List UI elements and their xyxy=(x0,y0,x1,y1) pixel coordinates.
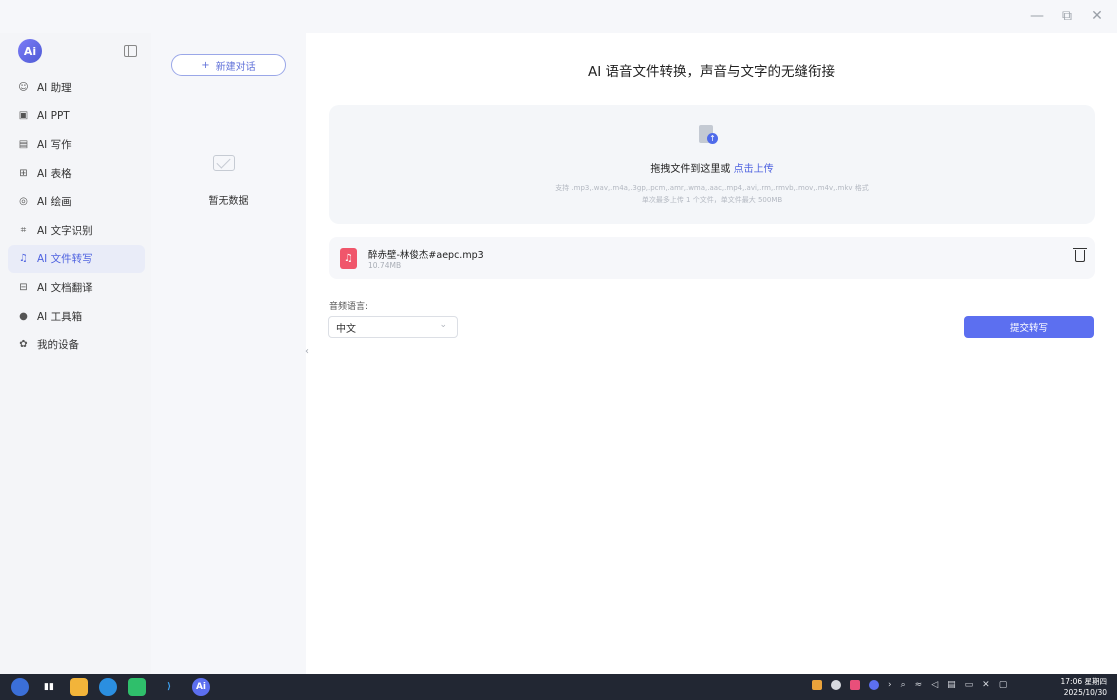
app-logo[interactable]: Ai xyxy=(18,39,42,63)
vscode-icon[interactable]: ⟩ xyxy=(160,678,178,696)
tray-app2-icon[interactable] xyxy=(850,680,860,690)
sidebar-item-label: AI 绘画 xyxy=(37,196,72,209)
upload-link[interactable]: 点击上传 xyxy=(734,164,774,175)
sidebar-item-ai-translate[interactable]: ⊟ AI 文档翻译 xyxy=(8,273,145,302)
network-icon[interactable]: ✕ xyxy=(982,680,990,690)
ocr-icon: ⌗ xyxy=(20,224,27,236)
new-chat-button[interactable]: + 新建对话 xyxy=(171,54,286,76)
clock-time: 17:06 星期四 xyxy=(1060,677,1108,686)
sidebar-item-ai-ppt[interactable]: ▣ AI PPT xyxy=(8,102,145,131)
submit-transcribe-button[interactable]: 提交转写 xyxy=(964,316,1094,338)
sidebar-item-label: 我的设备 xyxy=(37,339,79,352)
paint-icon: ◎ xyxy=(19,196,28,208)
plus-icon: + xyxy=(201,59,210,71)
sidebar-nav: ☺ AI 助理 ▣ AI PPT ▤ AI 写作 ⊞ AI 表格 ◎ AI 绘画… xyxy=(8,73,145,359)
taskview-icon[interactable]: ▮▮ xyxy=(40,678,58,696)
taskbar-clock[interactable]: 17:06 星期四 2025/10/30 xyxy=(1061,676,1108,698)
robot-icon: ☺ xyxy=(18,81,29,93)
new-chat-label: 新建对话 xyxy=(215,61,256,73)
file-size: 10.74MB xyxy=(368,261,402,270)
device-icon: ✿ xyxy=(19,339,28,351)
uploaded-file-card: ♫ 醉赤壁-林俊杰#aepc.mp3 10.74MB xyxy=(329,237,1095,279)
sidebar-item-ai-paint[interactable]: ◎ AI 绘画 xyxy=(8,187,145,216)
upload-limits: 单次最多上传 1 个文件，单文件最大 500MB xyxy=(641,196,783,204)
sidebar-item-label: AI 文件转写 xyxy=(37,253,93,266)
sidebar-item-label: AI 工具箱 xyxy=(37,310,83,323)
history-panel: + 新建对话 暂无数据 xyxy=(151,33,306,674)
file-name: 醉赤壁-林俊杰#aepc.mp3 xyxy=(368,250,484,261)
restore-icon[interactable]: ⧉ xyxy=(1059,8,1075,24)
sidebar-item-label: AI 表格 xyxy=(37,167,72,180)
language-selected: 中文 xyxy=(336,323,356,335)
sidebar-item-my-devices[interactable]: ✿ 我的设备 xyxy=(8,330,145,359)
minimize-icon[interactable]: — xyxy=(1029,8,1045,24)
table-icon: ⊞ xyxy=(19,167,28,179)
sidebar: Ai ☺ AI 助理 ▣ AI PPT ▤ AI 写作 ⊞ AI 表格 ◎ AI… xyxy=(0,33,151,674)
collapse-history-icon[interactable]: ‹ xyxy=(305,346,309,357)
battery-icon[interactable]: ▭ xyxy=(965,680,974,690)
start-icon[interactable] xyxy=(11,678,29,696)
ppt-icon: ▣ xyxy=(18,110,29,122)
sidebar-item-label: AI 写作 xyxy=(37,138,72,151)
sidebar-item-ai-toolbox[interactable]: ● AI 工具箱 xyxy=(8,302,145,331)
empty-inbox-icon xyxy=(213,155,235,171)
language-select[interactable]: 中文 ⌄ xyxy=(328,316,458,338)
tray-search-icon[interactable]: ⌕ xyxy=(901,680,906,690)
sidebar-item-ai-transcribe[interactable]: ♫ AI 文件转写 xyxy=(8,244,145,274)
translate-icon: ⊟ xyxy=(19,281,28,293)
tray-expand-icon[interactable]: › xyxy=(888,680,892,690)
toolbox-icon: ● xyxy=(19,310,28,322)
tray-cloud-icon[interactable] xyxy=(831,680,841,690)
chat-app-icon[interactable] xyxy=(128,678,146,696)
system-tray: › ⌕ ≈ ◁ ▤ ▭ ✕ ▢ xyxy=(812,680,1007,690)
upload-dropzone[interactable]: 拖拽文件到这里或 点击上传 支持 .mp3,.wav,.m4a,.3gp,.pc… xyxy=(329,105,1095,224)
upload-hint: 拖拽文件到这里或 点击上传 xyxy=(329,160,1095,175)
sidebar-item-ai-writing[interactable]: ▤ AI 写作 xyxy=(8,130,145,159)
sidebar-item-ai-table[interactable]: ⊞ AI 表格 xyxy=(8,159,145,188)
upload-hint-text: 拖拽文件到这里或 xyxy=(650,164,731,175)
taskbar: ▮▮ ⟩ Ai › ⌕ ≈ ◁ ▤ ▭ ✕ ▢ 17:06 星期四 2025/1… xyxy=(0,674,1117,700)
close-icon[interactable]: ✕ xyxy=(1089,8,1105,24)
window-controls: — ⧉ ✕ xyxy=(1029,8,1105,24)
empty-state-text: 暂无数据 xyxy=(208,196,249,207)
transcribe-icon: ♫ xyxy=(19,253,28,265)
music-file-icon: ♫ xyxy=(340,248,357,269)
sidebar-item-label: AI 文档翻译 xyxy=(37,281,93,294)
app-yellow-icon[interactable] xyxy=(70,678,88,696)
writing-icon: ▤ xyxy=(18,138,29,150)
tray-ai-icon[interactable] xyxy=(869,680,879,690)
language-label: 音频语言: xyxy=(329,302,369,312)
notification-icon[interactable]: ▢ xyxy=(999,680,1008,690)
file-upload-icon xyxy=(699,125,718,144)
delete-icon[interactable] xyxy=(1073,248,1087,262)
sidebar-item-ai-assistant[interactable]: ☺ AI 助理 xyxy=(8,73,145,102)
ai-app-icon[interactable]: Ai xyxy=(192,678,210,696)
browser-icon[interactable] xyxy=(99,678,117,696)
clock-date: 2025/10/30 xyxy=(1063,688,1107,697)
tray-app-icon[interactable] xyxy=(812,680,822,690)
sidebar-item-ai-ocr[interactable]: ⌗ AI 文字识别 xyxy=(8,216,145,245)
keyboard-icon[interactable]: ▤ xyxy=(947,680,956,690)
main-panel: AI 语音文件转换，声音与文字的无缝衔接 拖拽文件到这里或 点击上传 支持 .m… xyxy=(306,33,1117,674)
toggle-sidebar-icon[interactable] xyxy=(124,45,137,57)
volume-icon[interactable]: ◁ xyxy=(931,680,938,690)
page-title: AI 语音文件转换，声音与文字的无缝衔接 xyxy=(587,64,835,80)
chevron-down-icon: ⌄ xyxy=(439,320,447,330)
sidebar-item-label: AI PPT xyxy=(37,109,70,122)
sidebar-item-label: AI 助理 xyxy=(37,81,72,94)
wifi-icon[interactable]: ≈ xyxy=(915,680,923,690)
upload-formats: 支持 .mp3,.wav,.m4a,.3gp,.pcm,.amr,.wma,.a… xyxy=(555,184,869,192)
sidebar-item-label: AI 文字识别 xyxy=(37,224,93,237)
